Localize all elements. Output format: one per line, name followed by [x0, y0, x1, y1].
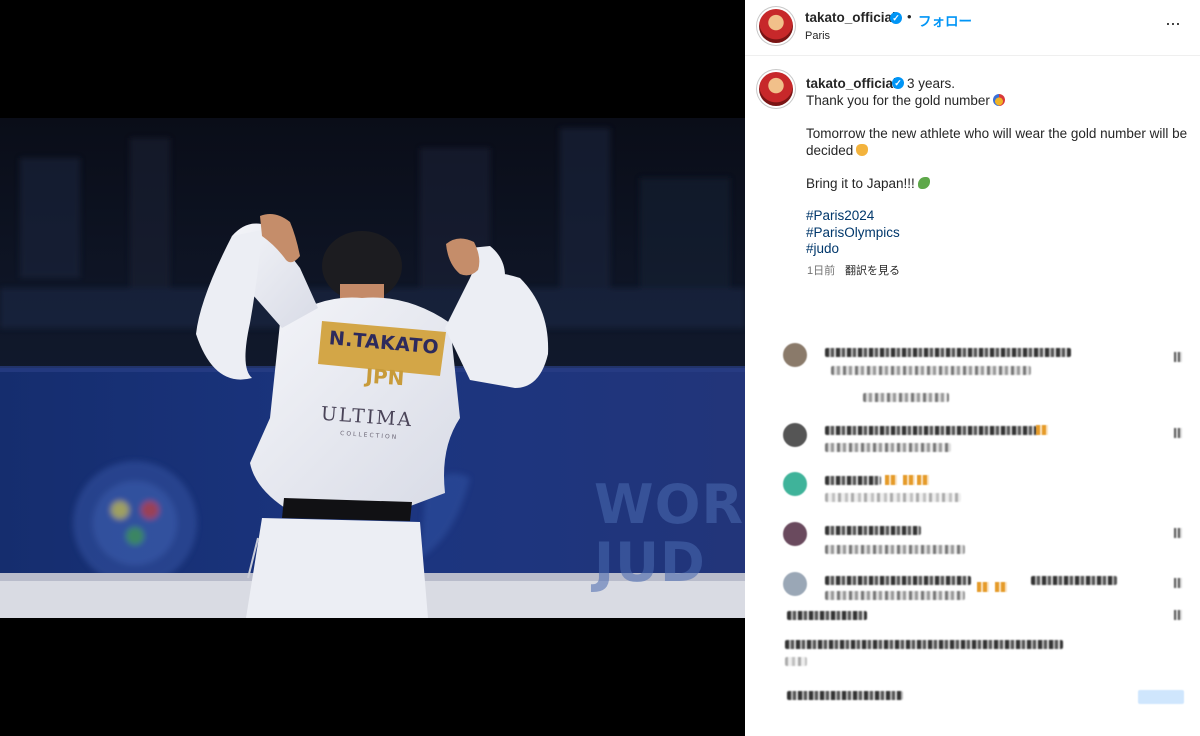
- like-heart-icon[interactable]: [1174, 528, 1182, 538]
- caption-text: decided: [806, 143, 854, 158]
- arena-banner-line1: WORL: [594, 473, 745, 536]
- caption-avatar[interactable]: [759, 72, 793, 106]
- post-button-blurred[interactable]: [1138, 690, 1184, 704]
- comment-text-blurred: [825, 443, 951, 452]
- hashtag-link[interactable]: #Paris2024: [806, 208, 874, 223]
- header-separator: •: [907, 9, 912, 24]
- comment-avatar[interactable]: [783, 423, 807, 447]
- comment-text-blurred: [863, 393, 949, 402]
- instagram-post-modal: N.TAKATO JPN ULTIMA COLLECTION WORL JUD …: [0, 0, 1200, 736]
- post-side-panel: takato_official ✓ • フォロー Paris ··· takat…: [745, 0, 1200, 736]
- emoji-blurred: [885, 475, 897, 485]
- like-heart-icon[interactable]: [1174, 610, 1182, 620]
- dragon-emoji: [917, 177, 930, 189]
- gold-medal-emoji: [992, 94, 1005, 106]
- comment-text-blurred: [825, 426, 1037, 435]
- comment-text-blurred: [825, 591, 965, 600]
- caption-text: Thank you for the gold number: [806, 93, 990, 108]
- comment-text-blurred: [1031, 576, 1117, 585]
- emoji-blurred: [1036, 425, 1048, 435]
- arena-banner-line2: JUD: [594, 531, 706, 594]
- comment-avatar[interactable]: [783, 343, 807, 367]
- caption-line: decided: [806, 143, 869, 158]
- verified-badge-icon: ✓: [892, 77, 904, 89]
- location-link[interactable]: Paris: [805, 30, 830, 42]
- verified-badge-icon: ✓: [890, 12, 902, 24]
- caption-text: Bring it to Japan!!!: [806, 176, 915, 191]
- comment-avatar[interactable]: [783, 472, 807, 496]
- emoji-blurred: [903, 475, 915, 485]
- emoji-blurred: [917, 475, 929, 485]
- like-heart-icon[interactable]: [1174, 352, 1182, 362]
- post-header: takato_official ✓ • フォロー Paris ···: [745, 0, 1200, 56]
- profile-avatar[interactable]: [759, 9, 793, 43]
- comment-text-blurred: [787, 691, 903, 700]
- like-heart-icon[interactable]: [1174, 428, 1182, 438]
- caption-line: Tomorrow the new athlete who will wear t…: [806, 126, 1188, 141]
- comment-text-blurred: [785, 657, 807, 666]
- comment-text-blurred: [825, 526, 921, 535]
- caption-line: Bring it to Japan!!!: [806, 176, 930, 191]
- caption-line: Thank you for the gold number: [806, 93, 1005, 108]
- hashtag-link[interactable]: #ParisOlympics: [806, 225, 900, 240]
- translate-button[interactable]: 翻訳を見る: [845, 262, 900, 278]
- like-heart-icon[interactable]: [1174, 578, 1182, 588]
- photo-pane: N.TAKATO JPN ULTIMA COLLECTION WORL JUD: [0, 0, 745, 736]
- caption-time: 3 years.: [907, 76, 956, 91]
- comment-text-blurred: [825, 545, 965, 554]
- comment-text-blurred: [825, 348, 1071, 357]
- comment-avatar[interactable]: [783, 572, 807, 596]
- emoji-blurred: [995, 582, 1007, 592]
- comment-text-blurred: [787, 611, 867, 620]
- caption-username[interactable]: takato_official: [806, 76, 897, 91]
- hashtag-link[interactable]: #judo: [806, 241, 839, 256]
- comment-text-blurred: [785, 640, 1063, 649]
- comment-avatar[interactable]: [783, 522, 807, 546]
- posted-time: 1日前: [807, 265, 836, 277]
- follow-button[interactable]: フォロー: [918, 10, 972, 30]
- comment-text-blurred: [825, 476, 881, 485]
- more-options-icon[interactable]: ···: [1165, 14, 1181, 32]
- comment-text-blurred: [825, 576, 971, 585]
- emoji-blurred: [977, 582, 989, 592]
- comment-text-blurred: [825, 493, 961, 502]
- header-username[interactable]: takato_official: [805, 10, 896, 25]
- bib-country-code: JPN: [364, 363, 406, 391]
- clapping-hands-emoji: [856, 144, 869, 156]
- comment-text-blurred: [831, 366, 1031, 375]
